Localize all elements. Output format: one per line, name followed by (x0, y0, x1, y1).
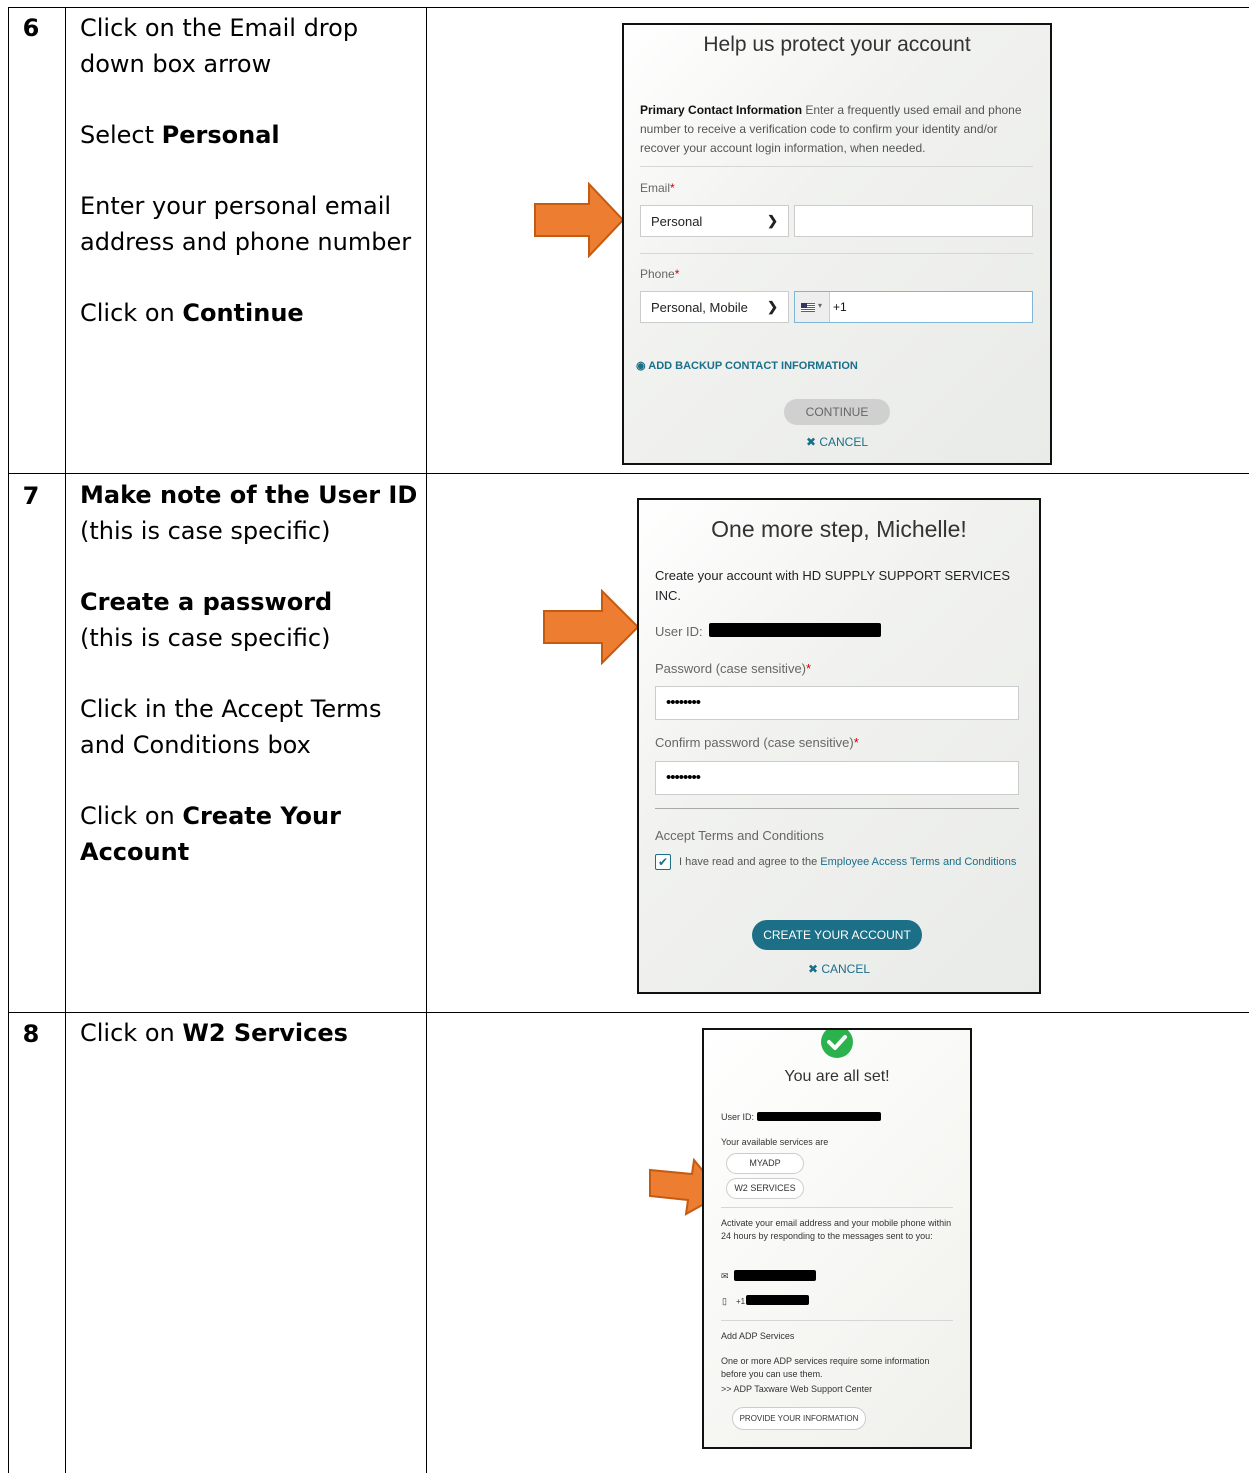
terms-heading: Accept Terms and Conditions (655, 828, 824, 843)
step-instructions: Click on the Email drop down box arrow S… (80, 10, 420, 366)
confirm-password-input[interactable]: •••••••• (655, 761, 1019, 795)
divider (640, 166, 1033, 167)
email-icon: ✉ (721, 1271, 729, 1281)
create-account-text: Create your account with HD SUPPLY SUPPO… (655, 568, 1010, 603)
redacted-user-id (757, 1112, 881, 1121)
cancel-link[interactable]: ✖ CANCEL (639, 962, 1039, 976)
phone-label: Phone* (640, 267, 680, 281)
info-text: One or more ADP services require some in… (721, 1356, 930, 1379)
close-icon: ✖ (807, 962, 822, 976)
all-set-screenshot: You are all set! User ID: Your available… (702, 1028, 972, 1449)
phone-prefix: +1 (833, 300, 847, 314)
arrow-icon (534, 182, 625, 258)
chevron-down-icon: ❯ (767, 299, 778, 314)
create-account-screenshot: One more step, Michelle! Create your acc… (637, 498, 1041, 994)
terms-checkbox[interactable]: ✔ (655, 854, 671, 870)
cancel-link[interactable]: ✖ CANCEL (624, 435, 1050, 449)
intro-text: Primary Contact Information Enter a freq… (640, 103, 1022, 155)
myadp-button[interactable]: MYADP (726, 1153, 804, 1174)
instruction-table: 6 Click on the Email drop down box arrow… (0, 0, 1249, 1473)
step-instructions: Click on W2 Services (80, 1015, 420, 1086)
email-input[interactable] (794, 205, 1033, 237)
arrow-icon (543, 589, 640, 665)
instruction-line: Click on Create Your Account (80, 802, 341, 866)
checkmark-icon: ✔ (657, 855, 669, 869)
add-backup-link[interactable]: ◉ ADD BACKUP CONTACT INFORMATION (636, 359, 858, 372)
phone-prefix: +1 (736, 1297, 746, 1306)
row-divider-7-8 (8, 1012, 1249, 1013)
instruction-line: Click on W2 Services (80, 1019, 348, 1047)
password-label: Password (case sensitive)* (655, 661, 812, 676)
email-label: Email* (640, 181, 675, 195)
continue-button[interactable]: CONTINUE (784, 399, 890, 425)
user-id-label: User ID: (721, 1112, 755, 1122)
phone-type-select[interactable]: Personal, Mobile ❯ (640, 291, 789, 323)
instruction-line: Click in the Accept Terms and Conditions… (80, 695, 382, 759)
confirm-password-label: Confirm password (case sensitive)* (655, 735, 859, 750)
redacted-user-id (709, 623, 881, 637)
user-id-label: User ID: (655, 624, 703, 639)
instruction-line: Select Personal (80, 121, 280, 149)
divider (655, 808, 1019, 809)
redacted-email (734, 1270, 816, 1281)
terms-link[interactable]: Employee Access Terms and Conditions (820, 856, 1016, 868)
flag-icon[interactable]: ▾ (795, 292, 830, 322)
step-number: 6 (22, 14, 40, 42)
instruction-line: Enter your personal email address and ph… (80, 192, 412, 256)
instruction-line: Make note of the User ID (this is case sp… (80, 481, 418, 545)
create-account-button[interactable]: CREATE YOUR ACCOUNT (752, 920, 922, 950)
activate-text: Activate your email address and your mob… (721, 1218, 952, 1241)
provide-information-button[interactable]: PROVIDE YOUR INFORMATION (732, 1407, 866, 1430)
dialog-title: One more step, Michelle! (711, 516, 967, 542)
row-divider-6-7 (8, 473, 1249, 474)
step-instructions: Make note of the User ID (this is case sp… (80, 477, 420, 905)
column-divider-2 (426, 7, 427, 1473)
email-type-select[interactable]: Personal ❯ (640, 205, 789, 237)
table-border-top (8, 7, 1249, 8)
w2-services-button[interactable]: W2 SERVICES (726, 1178, 804, 1199)
services-label: Your available services are (721, 1137, 829, 1147)
column-divider-1 (65, 7, 66, 1473)
add-services-heading: Add ADP Services (721, 1331, 795, 1341)
instruction-line: Click on the Email drop down box arrow (80, 14, 359, 78)
taxware-link[interactable]: >> ADP Taxware Web Support Center (721, 1383, 872, 1396)
divider (721, 1207, 953, 1208)
step-number: 8 (22, 1020, 40, 1048)
redacted-phone (746, 1295, 809, 1305)
phone-input[interactable]: ▾ +1 (794, 291, 1033, 323)
plus-circle-icon: ◉ (636, 360, 649, 372)
dialog-title: You are all set! (784, 1068, 890, 1085)
divider (721, 1320, 953, 1321)
mobile-icon: ▯ (722, 1296, 727, 1306)
dialog-title: Help us protect your account (703, 33, 971, 56)
instruction-line: Click on Continue (80, 299, 304, 327)
instruction-line: Create a password (this is case specific) (80, 588, 333, 652)
password-input[interactable]: •••••••• (655, 686, 1019, 720)
terms-text: I have read and agree to the Employee Ac… (679, 856, 1017, 868)
chevron-down-icon: ❯ (767, 213, 778, 228)
protect-account-screenshot: Help us protect your account Primary Con… (622, 23, 1052, 465)
divider (640, 253, 1033, 254)
step-number: 7 (22, 482, 40, 510)
close-icon: ✖ (805, 435, 820, 449)
table-border-left (8, 7, 9, 1473)
success-check-icon (821, 1030, 853, 1058)
